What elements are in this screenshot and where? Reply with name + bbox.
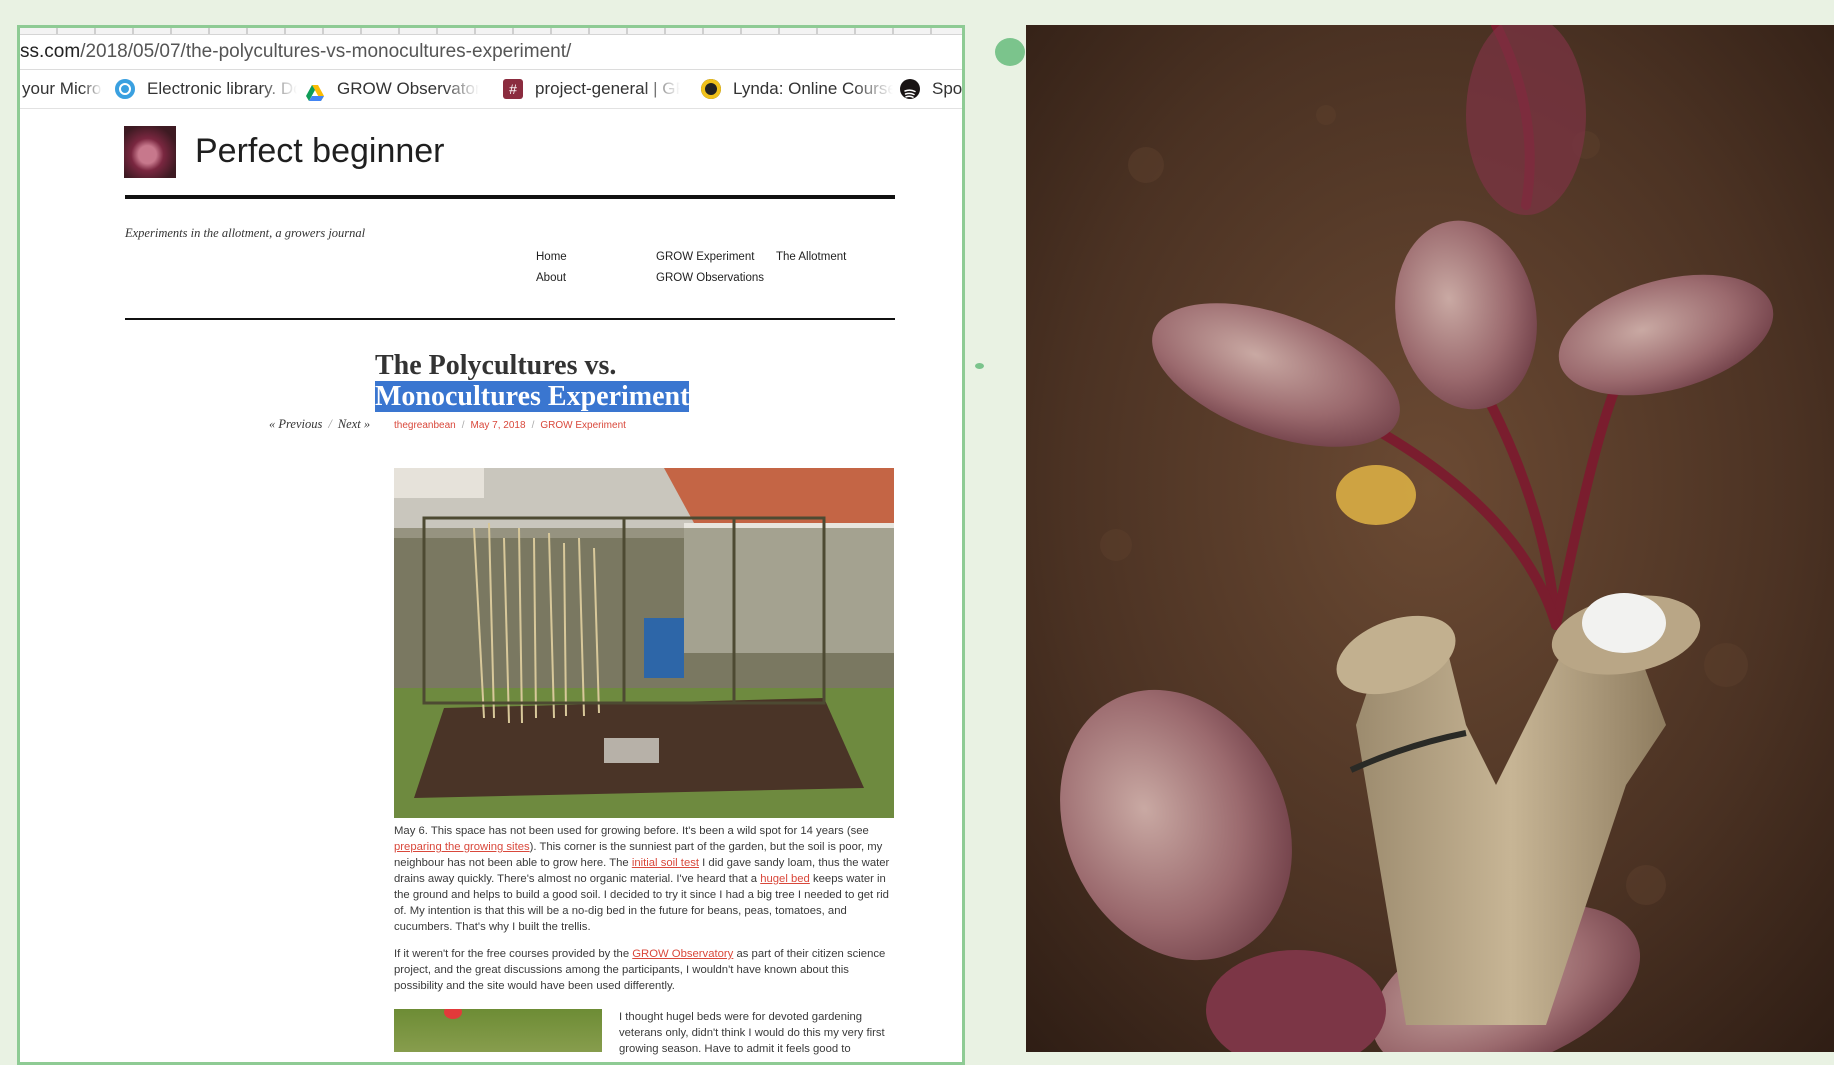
nav-home[interactable]: Home — [536, 251, 567, 263]
decorative-dot-small — [975, 363, 984, 369]
sensor-in-soil-photo — [1026, 25, 1834, 1052]
lynda-icon — [701, 79, 721, 99]
initial-soil-test-link[interactable]: initial soil test — [632, 857, 699, 869]
text-run: May 6. This space has not been used for … — [394, 825, 869, 837]
post-navigation: « Previous / Next » — [269, 417, 370, 432]
bookmark-label: Spo — [932, 79, 962, 98]
nav-grow-experiment[interactable]: GROW Experiment — [656, 251, 754, 263]
google-drive-icon — [305, 79, 325, 101]
post-category-link[interactable]: GROW Experiment — [540, 420, 626, 431]
post-meta: thegreanbean / May 7, 2018 / GROW Experiment — [394, 420, 626, 431]
url-host: ss.com — [20, 41, 81, 62]
bookmark-item[interactable]: Spo — [900, 70, 962, 108]
grow-observatory-link[interactable]: GROW Observatory — [632, 948, 733, 960]
nav-allotment[interactable]: The Allotment — [776, 251, 846, 263]
bookmark-label: Electronic library. Do — [147, 79, 297, 98]
text-run: If it weren't for the free courses provi… — [394, 948, 633, 960]
post-title-line1: The Polycultures vs. — [375, 350, 617, 381]
slack-icon: # — [503, 79, 523, 99]
post-paragraph-3: I thought hugel beds were for devoted ga… — [619, 1011, 885, 1055]
site-title[interactable]: Perfect beginner — [195, 132, 445, 171]
hugel-bed-thumbnail — [394, 1009, 602, 1052]
bookmark-item[interactable]: your Micro — [22, 70, 102, 108]
header-rule — [125, 195, 895, 199]
globe-icon — [115, 79, 135, 99]
previous-post-link[interactable]: « Previous — [269, 417, 322, 431]
next-post-link[interactable]: Next » — [338, 417, 370, 431]
bookmarks-bar: your Micro Electronic library. Do GROW O… — [20, 70, 962, 109]
site-tagline: Experiments in the allotment, a growers … — [125, 226, 366, 240]
post-paragraph-2: If it weren't for the free courses provi… — [394, 946, 894, 994]
bookmark-item[interactable]: Lynda: Online Course — [701, 70, 893, 108]
post-author-link[interactable]: thegreanbean — [394, 420, 456, 431]
spotify-icon — [900, 79, 920, 99]
post-title-line2-selected: Monocultures Experiment — [375, 381, 690, 412]
bookmark-item[interactable]: GROW Observatory — [305, 70, 479, 108]
bookmark-label: GROW Observatory — [337, 79, 479, 98]
url-path: /2018/05/07/the-polycultures-vs-monocult… — [80, 41, 572, 62]
post-paragraph-1: May 6. This space has not been used for … — [394, 823, 894, 935]
address-bar[interactable]: ss.com/2018/05/07/the-polycultures-vs-mo… — [20, 35, 962, 70]
bookmark-item[interactable]: # project-general | GR — [503, 70, 680, 108]
bookmark-label: project-general | GR — [535, 79, 680, 98]
meta-separator: / — [531, 420, 535, 431]
bookmark-label: Lynda: Online Course — [733, 79, 893, 98]
preparing-growing-sites-link[interactable]: preparing the growing sites — [394, 841, 530, 853]
decorative-dot — [995, 38, 1025, 66]
tab-strip — [20, 28, 962, 35]
nav-grow-observations[interactable]: GROW Observations — [656, 272, 764, 284]
hugel-bed-link[interactable]: hugel bed — [760, 873, 810, 885]
post-date-link[interactable]: May 7, 2018 — [471, 420, 526, 431]
site-logo[interactable] — [124, 126, 176, 178]
meta-separator: / — [461, 420, 465, 431]
garden-photo — [394, 468, 894, 818]
post-title: The Polycultures vs. Monocultures Experi… — [375, 350, 690, 412]
nav-rule — [125, 318, 895, 320]
nav-about[interactable]: About — [536, 272, 566, 284]
red-marker — [444, 1009, 462, 1019]
bookmark-label: your Micro — [22, 79, 102, 98]
bookmark-item[interactable]: Electronic library. Do — [115, 70, 297, 108]
post-nav-separator: / — [328, 417, 332, 431]
